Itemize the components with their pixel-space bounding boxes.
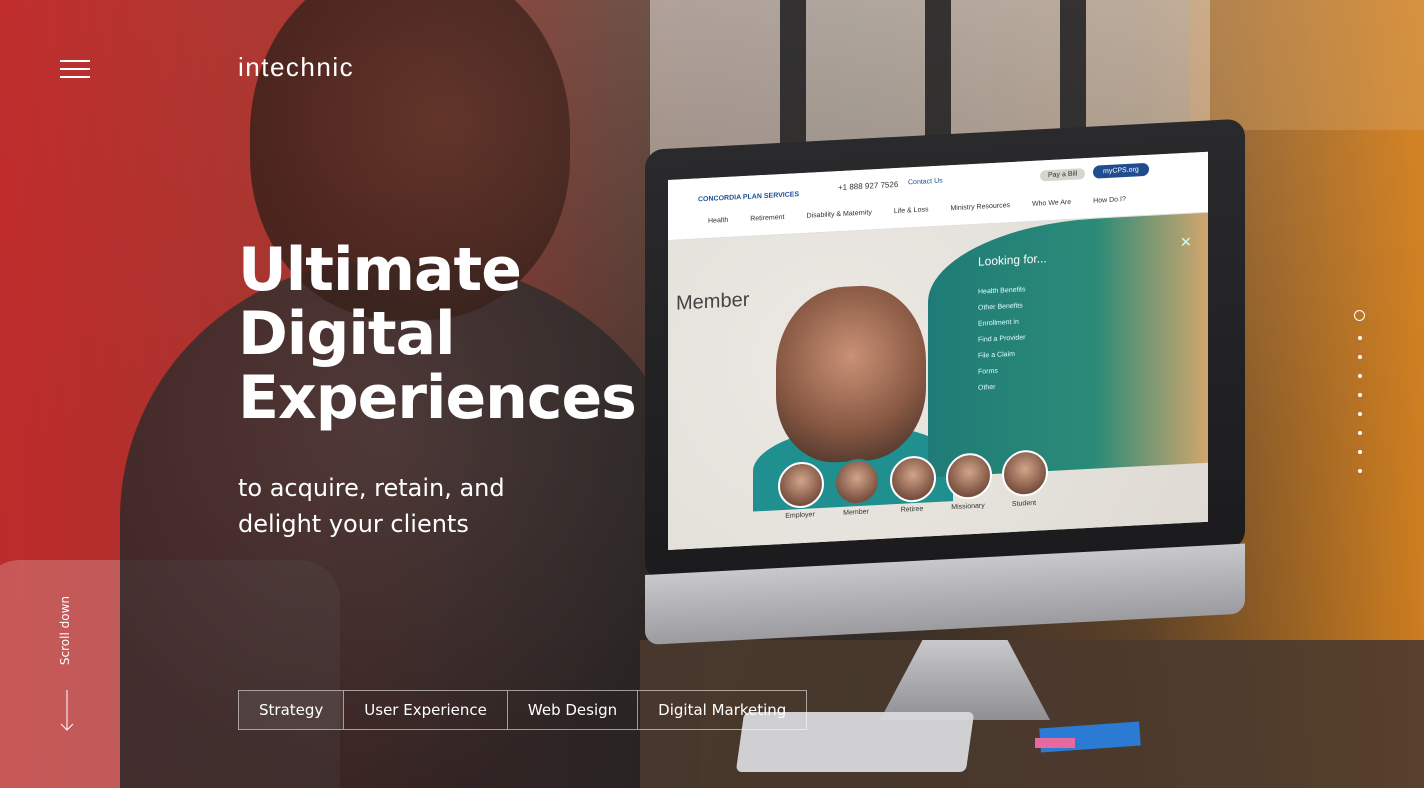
- screen-audience-item: Employer: [778, 460, 824, 520]
- screen-audience-item: Retiree: [890, 454, 936, 514]
- hamburger-menu-icon[interactable]: [60, 60, 90, 78]
- slide-dot[interactable]: [1354, 310, 1365, 321]
- avatar: [1002, 449, 1048, 498]
- screen-nav-item: Disability & Maternity: [806, 209, 872, 220]
- screen-audience-item: Member: [834, 457, 880, 517]
- screen-nav-item: Who We Are: [1031, 198, 1072, 208]
- screen-nav-item: Ministry Resources: [950, 202, 1010, 213]
- screen-panel: [928, 212, 1208, 478]
- screen-contact: Contact Us: [908, 177, 943, 187]
- hero-subline: to acquire, retain, and delight your cli…: [238, 470, 505, 542]
- screen-pay-button: Pay a Bill: [1040, 168, 1086, 182]
- subline-line: delight your clients: [238, 510, 469, 538]
- hero-headline: Ultimate Digital Experiences: [238, 235, 637, 433]
- screen-phone: +1 888 927 7526: [838, 179, 899, 193]
- screen-nav-item: How Do I?: [1093, 196, 1126, 205]
- tab-strategy[interactable]: Strategy: [239, 691, 344, 729]
- screen-nav-item: Retirement: [750, 213, 785, 223]
- screen-myops-button: myCPS.org: [1093, 162, 1149, 179]
- services-tabs: Strategy User Experience Web Design Digi…: [238, 690, 808, 730]
- tab-digital-marketing[interactable]: Digital Marketing: [637, 691, 806, 729]
- slide-dot[interactable]: [1357, 469, 1362, 473]
- screen-nav-item: Health: [708, 216, 729, 225]
- screen-main: Member ✕ Looking for... Health Benefits …: [668, 212, 1208, 550]
- arrow-down-icon[interactable]: [60, 690, 74, 732]
- slide-dot[interactable]: [1357, 431, 1362, 435]
- slide-dot[interactable]: [1357, 355, 1362, 359]
- avatar: [834, 457, 880, 507]
- slide-dot[interactable]: [1357, 374, 1362, 378]
- tab-user-experience[interactable]: User Experience: [343, 691, 507, 729]
- hero-background: CONCORDIA PLAN SERVICES +1 888 927 7526 …: [0, 0, 1424, 788]
- avatar: [890, 454, 936, 504]
- headline-line: Experiences: [238, 363, 637, 433]
- screen-panel-list: Health Benefits Other Benefits Enrollmen…: [978, 282, 1025, 396]
- screen-audience-item: Student: [1002, 449, 1048, 508]
- headline-line: Digital: [238, 299, 456, 369]
- screen-member-label: Member: [676, 288, 750, 315]
- slide-dot[interactable]: [1357, 412, 1362, 416]
- screen-nav-item: Life & Loss: [893, 206, 929, 216]
- subline-line: to acquire, retain, and: [238, 474, 505, 502]
- screen-close-icon: ✕: [1180, 233, 1192, 251]
- slide-pagination: [1354, 310, 1365, 473]
- screen-panel-item: Find a Provider: [978, 334, 1026, 344]
- avatar: [946, 452, 992, 501]
- site-logo[interactable]: intechnic: [238, 52, 354, 83]
- monitor-screen: CONCORDIA PLAN SERVICES +1 888 927 7526 …: [668, 151, 1208, 550]
- slide-dot[interactable]: [1357, 336, 1362, 340]
- avatar: [778, 460, 824, 510]
- scroll-down-label[interactable]: Scroll down: [58, 596, 72, 665]
- sticky-note: [1035, 738, 1075, 748]
- screen-logo: CONCORDIA PLAN SERVICES: [698, 191, 800, 204]
- shelf-background: [1190, 0, 1424, 130]
- headline-line: Ultimate: [238, 235, 522, 305]
- tab-web-design[interactable]: Web Design: [506, 691, 637, 729]
- slide-dot[interactable]: [1357, 393, 1362, 397]
- screen-panel-item: Other: [978, 383, 996, 392]
- slide-dot[interactable]: [1357, 450, 1362, 454]
- screen-audience-item: Missionary: [946, 452, 992, 511]
- screen-photo-face: [776, 282, 926, 466]
